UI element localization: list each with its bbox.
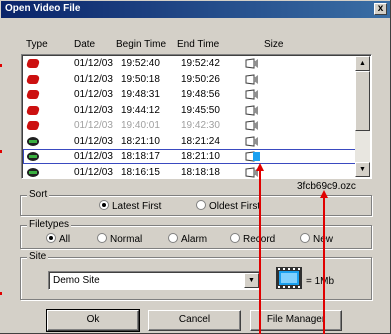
annotation-arrow-head	[256, 163, 264, 171]
row-end: 19:52:42	[181, 58, 220, 69]
annotation-line	[259, 170, 261, 334]
chevron-down-icon[interactable]: ▼	[244, 273, 259, 288]
row-begin: 19:48:31	[121, 89, 160, 100]
table-row[interactable]: 01/12/03 19:50:18 19:50:26	[23, 72, 357, 87]
row-end: 18:21:10	[181, 151, 220, 162]
filetype-new-radio[interactable]: New	[300, 233, 333, 245]
scroll-up-icon[interactable]: ▲	[355, 56, 370, 71]
row-end: 19:48:56	[181, 89, 220, 100]
radio-indicator	[99, 200, 109, 210]
sort-latest-first-radio[interactable]: Latest First	[99, 200, 161, 212]
column-header-type[interactable]: Type	[26, 39, 48, 50]
table-row[interactable]: 01/12/03 19:40:01 19:42:30	[23, 118, 357, 133]
red-alarm-icon	[25, 90, 41, 99]
radio-label: All	[59, 234, 71, 245]
row-end: 18:18:18	[181, 166, 220, 178]
film-strip-icon	[245, 73, 259, 85]
site-select-value: Demo Site	[53, 275, 100, 286]
red-alarm-icon	[25, 59, 41, 68]
table-row[interactable]: 01/12/03 18:16:15 18:18:18	[23, 165, 357, 179]
sort-oldest-first-radio[interactable]: Oldest First	[196, 200, 260, 212]
filetype-normal-radio[interactable]: Normal	[97, 233, 142, 245]
window-title: Open Video File	[5, 3, 81, 14]
row-begin: 19:44:12	[121, 104, 160, 116]
annotation-arrow-head	[320, 190, 328, 198]
camera-icon	[27, 167, 39, 177]
row-begin: 19:40:01	[121, 120, 160, 131]
open-video-dialog: Open Video File x Type Date Begin Time E…	[0, 0, 391, 334]
site-size-label: = 1Mb	[306, 276, 335, 287]
row-end: 19:50:26	[181, 73, 220, 85]
table-row[interactable]: 01/12/03 18:18:17 18:21:10	[23, 149, 357, 164]
film-strip-icon	[245, 104, 259, 116]
filetype-alarm-radio[interactable]: Alarm	[168, 233, 207, 245]
radio-indicator	[168, 233, 178, 243]
film-strip-icon	[276, 267, 302, 289]
row-end: 19:42:30	[181, 120, 220, 131]
row-date: 01/12/03	[74, 151, 113, 162]
column-header-begin-time[interactable]: Begin Time	[116, 39, 166, 50]
red-alarm-icon	[25, 105, 41, 115]
list-scrollbar[interactable]: ▲ ▼	[355, 56, 370, 177]
radio-indicator	[196, 200, 206, 210]
radio-label: Oldest First	[209, 201, 261, 212]
file-manager-button[interactable]: File Manager	[250, 310, 342, 331]
column-header-date[interactable]: Date	[74, 39, 95, 50]
row-end: 18:21:24	[181, 135, 220, 147]
row-date: 01/12/03	[74, 58, 113, 69]
selection-marker	[253, 152, 260, 161]
row-end: 19:45:50	[181, 104, 220, 116]
video-file-list[interactable]: 01/12/03 19:52:40 19:52:42 01/12/03 19:50:18…	[21, 54, 372, 179]
scroll-thumb[interactable]	[355, 71, 370, 131]
row-date: 01/12/03	[74, 135, 113, 147]
radio-label: Latest First	[112, 201, 162, 212]
film-strip-icon	[245, 89, 259, 100]
film-strip-icon	[245, 58, 259, 69]
radio-label: Normal	[110, 234, 143, 245]
row-begin: 18:16:15	[121, 166, 160, 178]
filetypes-group-label: Filetypes	[27, 219, 72, 230]
row-date: 01/12/03	[74, 120, 113, 131]
camera-icon	[27, 136, 39, 146]
table-row[interactable]: 01/12/03 19:52:40 19:52:42	[23, 56, 357, 71]
film-strip-icon	[245, 120, 259, 131]
row-begin: 18:18:17	[121, 151, 160, 162]
camera-icon	[27, 152, 39, 161]
radio-indicator	[46, 233, 56, 243]
row-begin: 19:52:40	[121, 58, 160, 69]
row-date: 01/12/03	[74, 89, 113, 100]
row-begin: 19:50:18	[121, 73, 160, 85]
red-alarm-icon	[25, 121, 41, 130]
ok-button[interactable]: Ok	[46, 309, 140, 332]
close-button[interactable]: x	[374, 3, 387, 15]
film-strip-icon	[245, 135, 259, 147]
column-header-end-time[interactable]: End Time	[177, 39, 219, 50]
sort-group-label: Sort	[27, 189, 50, 200]
cancel-button[interactable]: Cancel	[148, 310, 241, 331]
row-begin: 18:21:10	[121, 135, 160, 147]
table-row[interactable]: 01/12/03 19:48:31 19:48:56	[23, 87, 357, 102]
title-bar: Open Video File x	[1, 1, 390, 18]
annotation-tick	[0, 150, 2, 153]
table-row[interactable]: 01/12/03 18:21:10 18:21:24	[23, 134, 357, 149]
radio-indicator	[230, 233, 240, 243]
filetype-all-radio[interactable]: All	[46, 233, 70, 245]
row-date: 01/12/03	[74, 73, 113, 85]
row-date: 01/12/03	[74, 104, 113, 116]
radio-indicator	[97, 233, 107, 243]
site-group-label: Site	[27, 251, 49, 262]
site-select[interactable]: Demo Site ▼	[48, 271, 261, 290]
red-alarm-icon	[25, 74, 41, 84]
annotation-tick	[0, 292, 2, 295]
radio-label: Alarm	[181, 234, 208, 245]
column-header-size[interactable]: Size	[264, 39, 283, 50]
table-row[interactable]: 01/12/03 19:44:12 19:45:50	[23, 103, 357, 118]
row-date: 01/12/03	[74, 166, 113, 178]
scroll-down-icon[interactable]: ▼	[355, 162, 370, 177]
radio-indicator	[300, 233, 310, 243]
annotation-tick	[0, 64, 2, 67]
filetype-record-radio[interactable]: Record	[230, 233, 275, 245]
annotation-line	[323, 197, 325, 334]
